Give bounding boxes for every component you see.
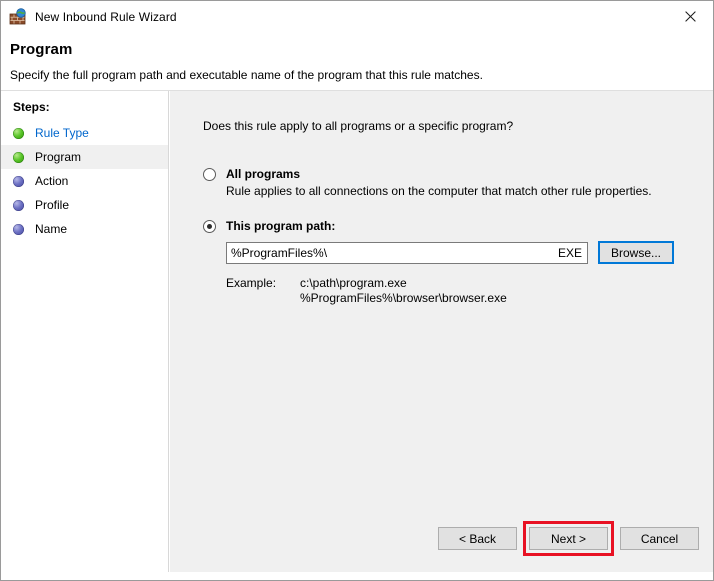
option-all-programs-label: All programs — [226, 167, 301, 181]
firewall-brick-globe-icon — [9, 7, 27, 26]
wizard-buttons: < Back Next > Cancel — [438, 521, 699, 556]
radio-program-path[interactable] — [203, 220, 216, 233]
page-header: Program Specify the full program path an… — [1, 32, 713, 91]
close-button[interactable] — [668, 1, 713, 31]
step-bullet-icon — [13, 223, 24, 235]
sidebar-item-program[interactable]: Program — [1, 145, 168, 169]
main-panel: Does this rule apply to all programs or … — [170, 91, 713, 572]
sidebar-item-profile[interactable]: Profile — [1, 193, 168, 217]
cancel-button[interactable]: Cancel — [620, 527, 699, 550]
back-button[interactable]: < Back — [438, 527, 517, 550]
next-button[interactable]: Next > — [529, 527, 608, 550]
sidebar-item-rule-type[interactable]: Rule Type — [1, 121, 168, 145]
option-all-programs-row[interactable]: All programs — [203, 167, 652, 181]
question-text: Does this rule apply to all programs or … — [203, 119, 514, 133]
radio-all-programs[interactable] — [203, 168, 216, 181]
sidebar-item-label: Rule Type — [35, 126, 89, 140]
page-subtitle: Specify the full program path and execut… — [10, 68, 483, 82]
steps-sidebar: Steps: Rule Type Program Action Profile … — [1, 91, 169, 572]
step-bullet-icon — [13, 175, 24, 187]
example-line-1: c:\path\program.exe — [300, 276, 407, 290]
step-bullet-icon — [13, 127, 24, 139]
option-all-programs: All programs Rule applies to all connect… — [203, 167, 652, 198]
sidebar-item-label: Name — [35, 222, 68, 236]
option-all-programs-description: Rule applies to all connections on the c… — [226, 184, 652, 198]
title-bar: New Inbound Rule Wizard — [1, 1, 713, 32]
step-bullet-icon — [13, 151, 24, 163]
example-lines: c:\path\program.exe %ProgramFiles%\brows… — [300, 276, 507, 306]
sidebar-item-label: Program — [35, 150, 82, 164]
program-path-value: %ProgramFiles%\ — [231, 245, 328, 260]
program-path-suffix: EXE — [557, 245, 582, 260]
sidebar-item-action[interactable]: Action — [1, 169, 168, 193]
wizard-window: New Inbound Rule Wizard Program Specify … — [0, 0, 714, 581]
steps-heading: Steps: — [13, 100, 50, 114]
sidebar-item-label: Action — [35, 174, 69, 188]
page-title: Program — [10, 41, 73, 58]
example-line-2: %ProgramFiles%\browser\browser.exe — [300, 291, 507, 305]
option-program-path: This program path: %ProgramFiles%\ EXE B… — [203, 219, 674, 306]
program-path-input[interactable]: %ProgramFiles%\ EXE — [226, 241, 588, 264]
example-label: Example: — [226, 276, 277, 290]
step-bullet-icon — [13, 199, 24, 211]
option-program-path-row[interactable]: This program path: — [203, 219, 674, 233]
window-title: New Inbound Rule Wizard — [35, 9, 177, 24]
browse-button[interactable]: Browse... — [598, 241, 674, 264]
next-button-highlight: Next > — [523, 521, 614, 556]
program-path-row: %ProgramFiles%\ EXE Browse... — [226, 241, 674, 264]
sidebar-item-label: Profile — [35, 198, 70, 212]
option-program-path-label: This program path: — [226, 219, 336, 233]
example-block: Example: c:\path\program.exe %ProgramFil… — [226, 276, 674, 306]
sidebar-item-name[interactable]: Name — [1, 217, 168, 241]
